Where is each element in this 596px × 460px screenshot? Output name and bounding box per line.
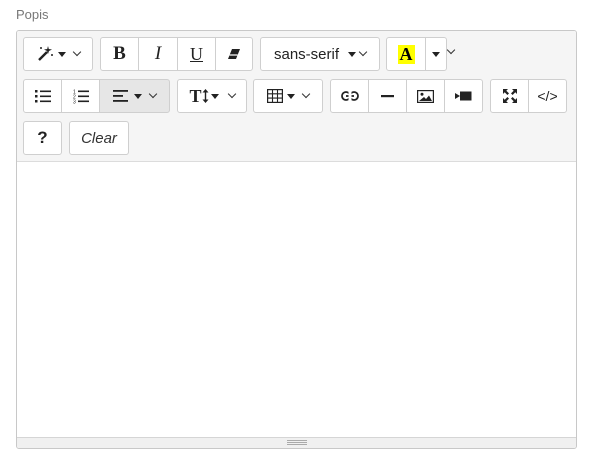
help-group: ? (23, 121, 62, 155)
eraser-icon (227, 47, 241, 61)
field-label: Popis (16, 7, 49, 22)
height-group: T (177, 79, 247, 113)
italic-icon: I (154, 43, 162, 64)
horizontal-rule-icon (381, 94, 394, 98)
ordered-list-icon: 1 2 3 (73, 89, 89, 104)
font-name-value: sans-serif (273, 45, 340, 63)
fullscreen-button[interactable] (490, 79, 529, 113)
list-group: 1 2 3 (23, 79, 170, 113)
font-name-dropdown[interactable]: sans-serif (260, 37, 380, 71)
chevron-down-icon (358, 47, 368, 57)
unordered-list-button[interactable] (23, 79, 62, 113)
clear-button[interactable]: Clear (69, 121, 129, 155)
text-height-icon: T (189, 85, 202, 106)
magic-wand-icon (36, 45, 54, 63)
caret-down-icon (58, 51, 66, 57)
picture-button[interactable] (406, 79, 445, 113)
ordered-list-button[interactable]: 1 2 3 (61, 79, 100, 113)
clear-button-label: Clear (81, 129, 117, 147)
table-group (253, 79, 323, 113)
chevron-down-icon (148, 89, 158, 99)
clear-group: Clear (69, 121, 129, 155)
fullscreen-icon (502, 89, 517, 103)
svg-text:3: 3 (73, 99, 76, 104)
bold-button[interactable]: B (100, 37, 139, 71)
link-icon (340, 91, 359, 101)
italic-button[interactable]: I (138, 37, 178, 71)
table-icon (267, 89, 283, 103)
table-dropdown-button[interactable] (253, 79, 323, 113)
underline-button[interactable]: U (177, 37, 216, 71)
up-down-arrow-icon (202, 89, 209, 103)
underline-icon: U (190, 43, 203, 64)
remove-format-button[interactable] (215, 37, 253, 71)
caret-down-icon (134, 93, 142, 99)
color-letter-icon: A (397, 43, 415, 64)
font-style-group: B I U (100, 37, 253, 71)
chevron-down-icon (446, 45, 456, 55)
recent-color-button[interactable]: A (386, 37, 426, 71)
caret-down-icon (348, 51, 357, 57)
rich-text-editor: B I U sans-serif A 1 2 3 T </> ? Clear (16, 30, 577, 449)
insert-group (330, 79, 483, 113)
unordered-list-icon (34, 89, 51, 103)
video-button[interactable] (444, 79, 483, 113)
code-icon: </> (537, 88, 558, 104)
style-group (23, 37, 93, 71)
link-button[interactable] (330, 79, 369, 113)
view-group: </> (490, 79, 567, 113)
chevron-down-icon (72, 47, 82, 57)
chevron-down-icon (301, 89, 311, 99)
font-name-group: sans-serif (260, 37, 380, 71)
resize-grip-icon[interactable] (287, 440, 307, 446)
color-group: A (386, 37, 447, 71)
line-height-dropdown-button[interactable]: T (177, 79, 247, 113)
caret-down-icon (287, 93, 295, 99)
caret-down-icon (432, 51, 440, 57)
picture-icon (417, 89, 434, 103)
horizontal-rule-button[interactable] (368, 79, 407, 113)
help-button[interactable]: ? (23, 121, 62, 155)
code-view-button[interactable]: </> (528, 79, 567, 113)
paragraph-dropdown-button[interactable] (99, 79, 170, 113)
editor-resize-bar[interactable] (17, 437, 576, 448)
video-icon (455, 91, 472, 101)
caret-down-icon (210, 93, 219, 99)
editor-content-area[interactable] (17, 162, 576, 438)
color-dropdown-button[interactable] (425, 37, 447, 71)
editor-toolbar: B I U sans-serif A 1 2 3 T </> ? Clear (17, 31, 576, 162)
chevron-down-icon (227, 89, 236, 99)
align-left-icon (113, 90, 128, 102)
style-dropdown-button[interactable] (23, 37, 93, 71)
question-mark-icon: ? (37, 128, 48, 147)
bold-icon: B (113, 43, 126, 64)
